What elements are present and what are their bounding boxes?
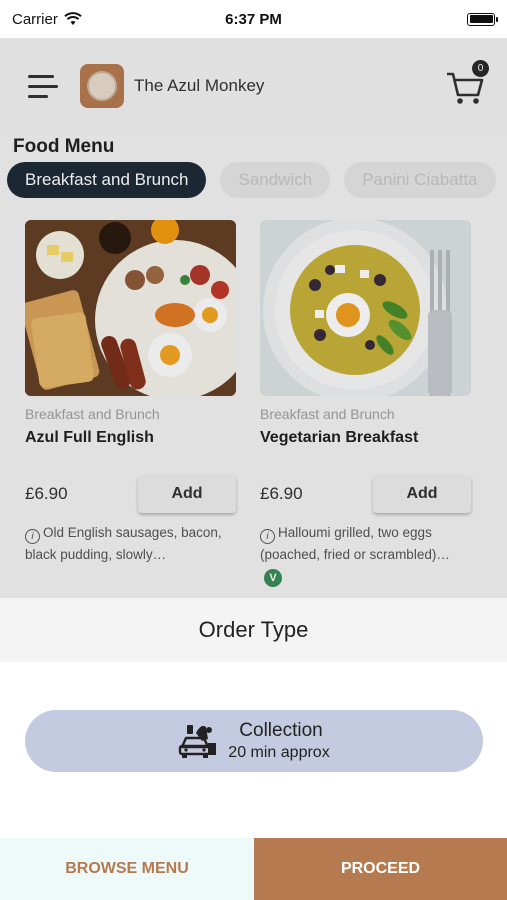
status-bar: Carrier 6:37 PM [0, 0, 507, 38]
sheet-footer: BROWSE MENU PROCEED [0, 838, 507, 900]
order-type-sheet: Order Type Collection 20 min approx BROW… [0, 598, 507, 900]
wifi-icon [64, 12, 82, 25]
collection-text: Collection 20 min approx [228, 719, 329, 763]
battery-icon [467, 12, 498, 26]
clock: 6:37 PM [225, 10, 282, 28]
carrier-area: Carrier [12, 11, 82, 28]
collection-title: Collection [239, 720, 323, 741]
collection-option[interactable]: Collection 20 min approx [25, 710, 483, 772]
modal-overlay[interactable] [0, 38, 507, 598]
sheet-title: Order Type [0, 598, 507, 662]
browse-menu-button[interactable]: BROWSE MENU [0, 838, 254, 900]
carrier-label: Carrier [12, 10, 58, 28]
proceed-button[interactable]: PROCEED [254, 838, 507, 900]
collection-subtitle: 20 min approx [228, 744, 330, 761]
car-collection-icon [179, 725, 217, 758]
